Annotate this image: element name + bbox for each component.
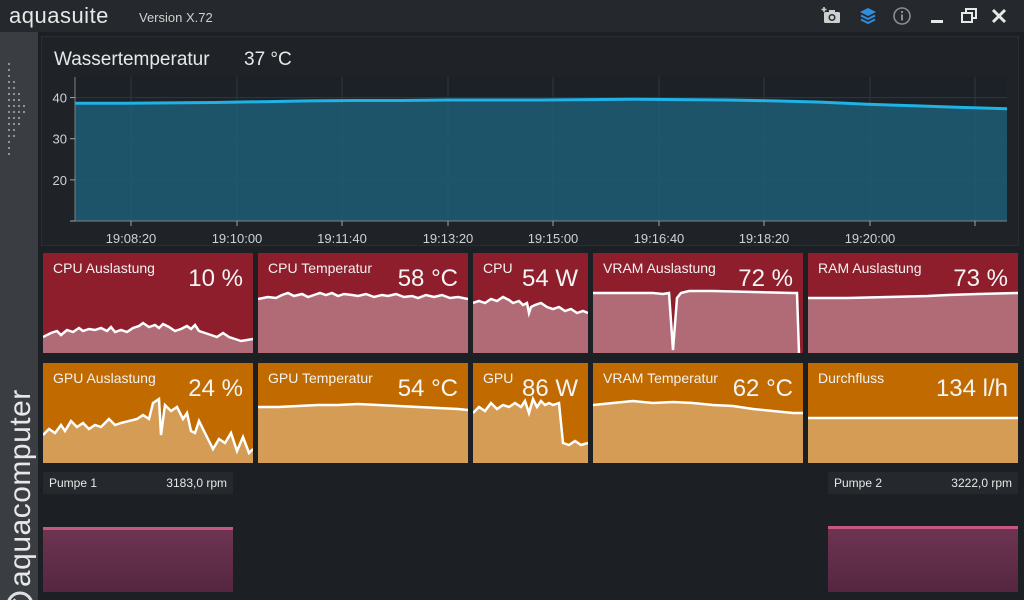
- tile-label: VRAM Temperatur: [603, 370, 718, 386]
- pump-name: Pumpe 2: [834, 476, 883, 490]
- water-temperature-value: 37 °C: [244, 49, 292, 70]
- x-tick-label: 19:15:00: [528, 231, 579, 246]
- tile-value: 24 %: [188, 375, 243, 402]
- info-icon[interactable]: [891, 5, 913, 27]
- pump-rpm: 3222,0 rpm: [951, 476, 1012, 490]
- restore-icon[interactable]: [958, 5, 980, 27]
- layers-icon[interactable]: [857, 5, 879, 27]
- app-version: Version X.72: [139, 10, 213, 25]
- pump-1-header[interactable]: Pumpe 1 3183,0 rpm: [43, 472, 233, 494]
- tile-vram-temperature[interactable]: VRAM Temperatur 62 °C: [593, 363, 803, 463]
- tile-flow[interactable]: Durchfluss 134 l/h: [808, 363, 1018, 463]
- tile-label: GPU: [483, 370, 514, 386]
- tile-label: CPU: [483, 260, 513, 276]
- tile-label: RAM Auslastung: [818, 260, 922, 276]
- tile-value: 10 %: [188, 265, 243, 292]
- tile-label: Durchfluss: [818, 370, 885, 386]
- tile-label: CPU Temperatur: [268, 260, 373, 276]
- tile-value: 54 °C: [397, 375, 458, 402]
- sidebar: aquacomputer: [0, 32, 38, 600]
- tile-cpu-power[interactable]: CPU 54 W: [473, 253, 588, 353]
- tile-cpu-load[interactable]: CPU Auslastung 10 %: [43, 253, 253, 353]
- tile-gpu-load[interactable]: GPU Auslastung 24 %: [43, 363, 253, 463]
- tile-label: CPU Auslastung: [53, 260, 155, 276]
- minimize-icon[interactable]: [926, 5, 948, 27]
- tile-vram-load[interactable]: VRAM Auslastung 72 %: [593, 253, 803, 353]
- tile-value: 54 W: [521, 265, 578, 292]
- camera-add-icon[interactable]: [821, 5, 843, 27]
- tile-value: 58 °C: [397, 265, 458, 292]
- pump-2-header[interactable]: Pumpe 2 3222,0 rpm: [828, 472, 1018, 494]
- tile-value: 73 %: [953, 265, 1008, 292]
- tile-value: 134 l/h: [935, 375, 1008, 402]
- tile-gpu-temperature[interactable]: GPU Temperatur 54 °C: [258, 363, 468, 463]
- tile-value: 62 °C: [732, 375, 793, 402]
- pump-2-chart: [828, 526, 1018, 592]
- water-temperature-title: Wassertemperatur: [54, 49, 210, 70]
- x-tick-label: 19:11:40: [317, 231, 367, 246]
- x-tick-label: 19:16:40: [634, 231, 685, 246]
- tile-value: 72 %: [738, 265, 793, 292]
- sidebar-expand-icon[interactable]: [6, 60, 32, 164]
- pump-name: Pumpe 1: [49, 476, 98, 490]
- x-tick-label: 19:13:20: [423, 231, 474, 246]
- main-area: 40 30 20 19:08:20 19:10:00 19:11:40 19:13:20 19…: [41, 36, 1019, 600]
- title-bar: aquasuite Version X.72: [0, 0, 1024, 32]
- y-tick-label: 20: [53, 173, 67, 188]
- tile-ram-load[interactable]: RAM Auslastung 73 %: [808, 253, 1018, 353]
- y-tick-label: 40: [53, 91, 67, 106]
- tile-label: GPU Temperatur: [268, 370, 373, 386]
- x-tick-label: 19:10:00: [212, 231, 263, 246]
- tile-label: GPU Auslastung: [53, 370, 156, 386]
- pump-rpm: 3183,0 rpm: [166, 476, 227, 490]
- water-area: [75, 99, 1007, 221]
- tile-gpu-power[interactable]: GPU 86 W: [473, 363, 588, 463]
- pump-1-chart: [43, 527, 233, 592]
- brand-wordmark: aquacomputer: [4, 389, 37, 587]
- tile-cpu-temperature[interactable]: CPU Temperatur 58 °C: [258, 253, 468, 353]
- tile-value: 86 W: [521, 375, 578, 402]
- x-tick-label: 19:18:20: [739, 231, 790, 246]
- x-tick-label: 19:08:20: [106, 231, 157, 246]
- app-name: aquasuite: [9, 3, 109, 28]
- x-tick-label: 19:20:00: [845, 231, 896, 246]
- water-temperature-panel[interactable]: 40 30 20 19:08:20 19:10:00 19:11:40 19:13:20 19…: [41, 36, 1019, 246]
- aquacomputer-logo-icon: [7, 591, 33, 600]
- close-icon[interactable]: [988, 5, 1010, 27]
- y-tick-label: 30: [53, 132, 67, 147]
- tile-label: VRAM Auslastung: [603, 260, 716, 276]
